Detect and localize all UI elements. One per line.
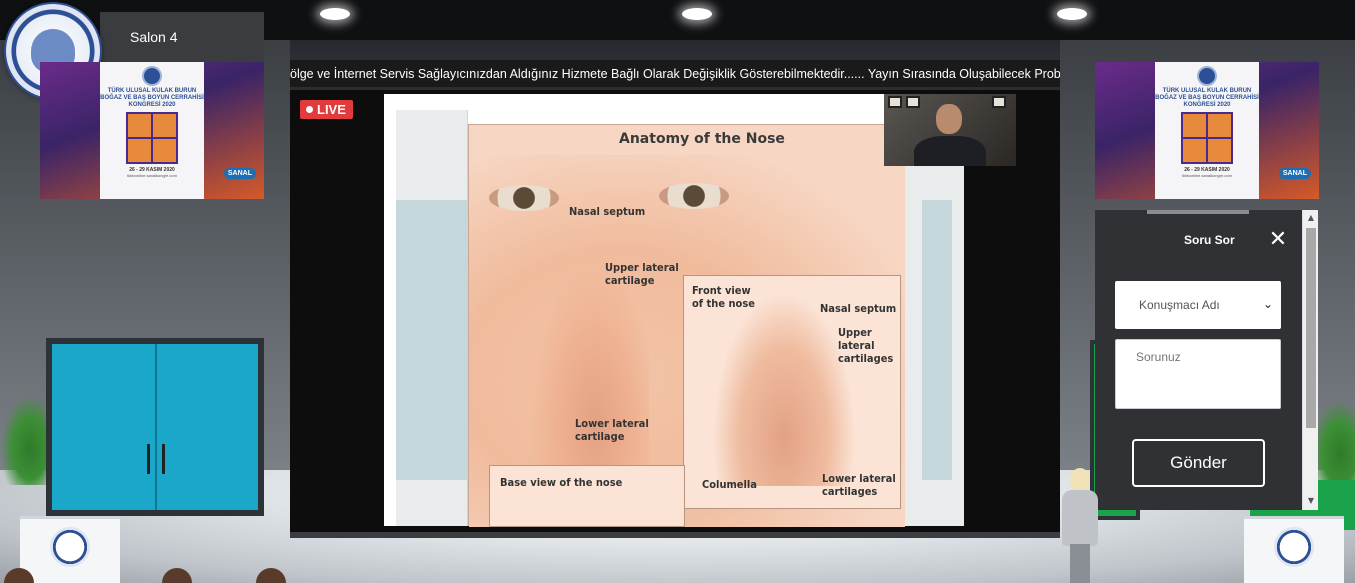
wall-frame (992, 96, 1006, 108)
podium-right (1244, 516, 1344, 583)
label-front-upper: Upper lateral cartilages (838, 326, 894, 365)
poster-left: TÜRK ULUSAL KULAK BURUN BOĞAZ VE BAŞ BOY… (40, 62, 264, 199)
host-avatar (1058, 468, 1102, 583)
slide-right-margin (904, 110, 964, 526)
poster-site: tkbbonline.sanalkongre.com (127, 173, 177, 178)
slide-right-band (922, 200, 952, 480)
blue-door (46, 338, 264, 516)
label-nasal-septum: Nasal septum (569, 205, 646, 218)
poster-card: TÜRK ULUSAL KULAK BURUN BOĞAZ VE BAŞ BOY… (1155, 62, 1259, 199)
live-label: LIVE (317, 102, 346, 117)
scroll-up-icon[interactable]: ▲ (1306, 213, 1316, 223)
poster-grid (1181, 112, 1233, 164)
salon-label: Salon 4 (100, 12, 264, 62)
label-columella: Columella (702, 478, 757, 491)
salon-label-text: Salon 4 (130, 29, 178, 45)
avatar-body (1062, 490, 1098, 546)
podium-logo-icon (1274, 527, 1314, 567)
scroll-down-icon[interactable]: ▼ (1306, 496, 1316, 506)
label-upper-lateral: Upper lateral cartilage (605, 261, 679, 287)
poster-emblem-icon (1197, 66, 1217, 86)
label-lower-lateral: Lower lateral cartilage (575, 417, 649, 443)
podium-left (20, 516, 120, 583)
scrollbar-thumb[interactable] (1306, 228, 1316, 428)
base-view-panel: Base view of the nose (489, 465, 685, 527)
poster-card: TÜRK ULUSAL KULAK BURUN BOĞAZ VE BAŞ BOY… (100, 62, 204, 199)
question-panel: Soru Sor ✕ Konuşmacı Adı ⌄ Gönder (1095, 210, 1318, 510)
slide-left-band (396, 200, 468, 480)
avatar-legs (1070, 544, 1090, 583)
question-input[interactable] (1115, 339, 1281, 409)
slide-left-margin (396, 110, 468, 526)
announcement-ticker: ölge ve İnternet Servis Sağlayıcınızdan … (290, 60, 1060, 90)
speaker-select-value: Konuşmacı Adı (1139, 298, 1220, 312)
panel-scrollbar[interactable]: ▲ ▼ (1302, 210, 1318, 510)
speaker-body (914, 136, 986, 166)
label-front-lower: Lower lateral cartilages (822, 472, 896, 498)
live-dot-icon (306, 106, 313, 113)
ceiling-light-2 (682, 8, 712, 20)
speaker-select[interactable]: Konuşmacı Adı ⌄ (1115, 281, 1281, 329)
wall-frame (906, 96, 920, 108)
label-front-view: Front view of the nose (692, 284, 755, 310)
poster-title: TÜRK ULUSAL KULAK BURUN BOĞAZ VE BAŞ BOY… (1155, 88, 1259, 108)
poster-grid (126, 112, 178, 164)
speaker-webcam (884, 94, 1016, 166)
front-nose-shape (714, 296, 854, 486)
right-eye (659, 183, 729, 209)
door-handle-right (162, 444, 165, 474)
poster-sanal-badge: SANAL (223, 168, 256, 179)
poster-right: TÜRK ULUSAL KULAK BURUN BOĞAZ VE BAŞ BOY… (1095, 62, 1319, 199)
poster-site: tkbbonline.sanalkongre.com (1182, 173, 1232, 178)
speaker-head (936, 104, 962, 134)
door-handle-left (147, 444, 150, 474)
ticker-text: ölge ve İnternet Servis Sağlayıcınızdan … (290, 66, 1060, 81)
question-panel-title: Soru Sor (1184, 233, 1235, 247)
poster-title: TÜRK ULUSAL KULAK BURUN BOĞAZ VE BAŞ BOY… (100, 88, 204, 108)
ceiling-light-1 (320, 8, 350, 20)
live-badge: LIVE (300, 100, 353, 119)
label-front-septum: Nasal septum (820, 302, 897, 315)
close-icon[interactable]: ✕ (1267, 229, 1289, 252)
poster-sanal-badge: SANAL (1278, 168, 1311, 179)
panel-handle (1147, 210, 1249, 214)
slide-title: Anatomy of the Nose (619, 131, 785, 147)
avatar-head (1070, 468, 1090, 492)
anatomy-illustration: Anatomy of the Nose Nasal septum Upper l… (468, 124, 905, 527)
label-base-view: Base view of the nose (500, 476, 623, 489)
front-view-panel: Front view of the nose Nasal septum Uppe… (683, 275, 901, 509)
wall-frame (888, 96, 902, 108)
poster-emblem-icon (142, 66, 162, 86)
door-split (155, 344, 157, 510)
ceiling-light-3 (1057, 8, 1087, 20)
presentation-slide: Anatomy of the Nose Nasal septum Upper l… (384, 94, 964, 527)
podium-logo-icon (50, 527, 90, 567)
chevron-down-icon: ⌄ (1262, 297, 1273, 311)
left-eye (489, 185, 559, 211)
send-button[interactable]: Gönder (1132, 439, 1265, 487)
stream-screen[interactable]: ölge ve İnternet Servis Sağlayıcınızdan … (290, 60, 1060, 538)
